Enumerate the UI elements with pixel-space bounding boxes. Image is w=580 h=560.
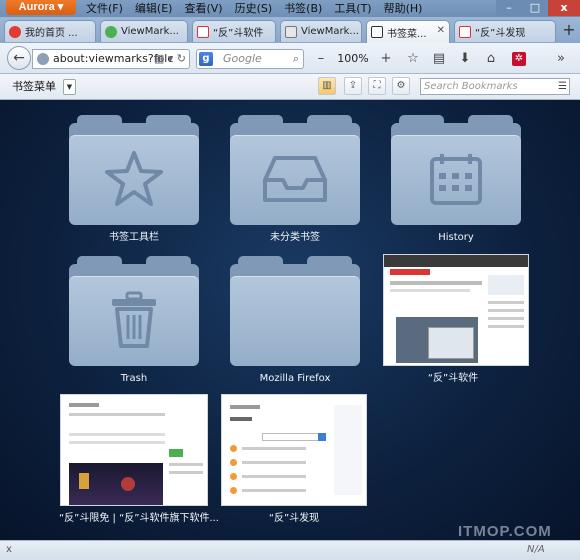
- calendar-icon: [391, 149, 521, 209]
- tab-fandou-discover[interactable]: “反”斗发现: [454, 20, 556, 42]
- weibo-icon: [9, 25, 21, 38]
- bookmark-page-icon: [371, 26, 383, 38]
- status-na: N/A: [527, 544, 545, 555]
- menu-bookmarks[interactable]: 书签(B): [284, 0, 322, 17]
- bookmarks-search-placeholder: Search Bookmarks: [424, 81, 518, 92]
- page-thumbnail: [221, 394, 367, 506]
- tab-label: “反”斗发现: [475, 28, 526, 39]
- item-label: “反”斗发现: [268, 513, 320, 524]
- folder-graphic: [230, 254, 360, 366]
- url-bar[interactable]: about:viewmarks?folc ▦ ▾ ↻: [32, 49, 190, 69]
- zoom-out-button[interactable]: –: [314, 50, 328, 68]
- tab-bookmarks-menu[interactable]: 书签菜... ✕: [366, 20, 450, 43]
- tab-bar: 我的首页 ... ViewMark... “反”斗软件 ViewMark... …: [0, 17, 580, 43]
- addon-red-icon[interactable]: ✲: [512, 52, 526, 66]
- tab-label: 我的首页 ...: [25, 28, 78, 39]
- tab-viewmarks-1[interactable]: ViewMark...: [100, 20, 188, 42]
- tab-label: ViewMark...: [301, 26, 359, 37]
- item-label: Trash: [120, 373, 148, 384]
- close-addon-bar-icon[interactable]: x: [6, 544, 12, 555]
- tab-label: ViewMark...: [121, 26, 179, 37]
- fandou-icon: [459, 25, 471, 38]
- search-icon[interactable]: ⌕: [293, 50, 299, 68]
- navigation-toolbar: ← about:viewmarks?folc ▦ ▾ ↻ g Google ⌕ …: [0, 43, 580, 74]
- folder-history[interactable]: History: [386, 113, 526, 244]
- star-icon: [69, 149, 199, 209]
- search-input[interactable]: g Google ⌕: [196, 49, 304, 69]
- back-button[interactable]: ←: [7, 46, 31, 70]
- menu-file[interactable]: 文件(F): [86, 0, 123, 17]
- tab-fandou-software[interactable]: “反”斗软件: [192, 20, 276, 42]
- page-thumbnail: [383, 254, 529, 366]
- reload-icon[interactable]: ▦ ▾ ↻: [154, 50, 186, 68]
- folder-graphic: [391, 113, 521, 225]
- library-icon[interactable]: ▥: [318, 77, 336, 95]
- addon-icon: [105, 25, 117, 38]
- item-label: History: [438, 232, 474, 243]
- menu-bar: 文件(F) 编辑(E) 查看(V) 历史(S) 书签(B) 工具(T) 帮助(H…: [86, 0, 422, 17]
- search-placeholder: Google: [223, 52, 262, 65]
- menu-history[interactable]: 历史(S): [235, 0, 273, 17]
- folder-mozilla-firefox[interactable]: Mozilla Firefox: [225, 254, 365, 385]
- download-icon[interactable]: ⬇: [456, 50, 474, 68]
- menu-edit[interactable]: 编辑(E): [135, 0, 173, 17]
- google-icon[interactable]: g: [199, 52, 213, 66]
- close-window-button[interactable]: x: [548, 0, 580, 16]
- watermark-text: ITMOP.COM: [458, 523, 552, 540]
- folder-graphic: [69, 254, 199, 366]
- chevron-down-icon[interactable]: ▼: [63, 79, 76, 95]
- zoom-in-button[interactable]: +: [378, 50, 394, 68]
- folder-unsorted-bookmarks[interactable]: 未分类书签: [225, 113, 365, 244]
- tab-label: “反”斗软件: [213, 28, 264, 39]
- item-label: 书签工具栏: [109, 232, 159, 243]
- tab-home[interactable]: 我的首页 ...: [4, 20, 96, 42]
- folder-graphic: [230, 113, 360, 225]
- menu-icon[interactable]: ☰: [558, 79, 567, 94]
- close-tab-icon[interactable]: ✕: [437, 25, 445, 36]
- item-label: 未分类书签: [270, 232, 320, 243]
- item-label: “反”斗软件: [427, 373, 479, 384]
- folder-bookmarks-toolbar[interactable]: 书签工具栏: [64, 113, 204, 244]
- item-label: Mozilla Firefox: [259, 373, 331, 384]
- new-tab-button[interactable]: +: [561, 21, 577, 39]
- overflow-chevron-icon[interactable]: »: [552, 50, 570, 68]
- bookmarks-toolbar: 书签菜单 ▼ ▥ ⇪ ⛶ ⚙ Search Bookmarks ☰: [0, 74, 580, 100]
- fandou-icon: [197, 25, 209, 38]
- item-label: “反”斗限免 | “反”斗软件旗下软件...: [59, 513, 219, 524]
- bookmarks-grid: 书签工具栏 未分类书签 History Trash Mozilla Firefo…: [0, 100, 580, 540]
- menu-help[interactable]: 帮助(H): [384, 0, 423, 17]
- status-bar: x N/A: [0, 540, 580, 560]
- bookmarks-search-input[interactable]: Search Bookmarks ☰: [420, 78, 570, 95]
- home-icon[interactable]: ⌂: [482, 50, 500, 68]
- tab-viewmarks-2[interactable]: ViewMark...: [280, 20, 362, 42]
- export-icon[interactable]: ⇪: [344, 77, 362, 95]
- page-thumbnail: [60, 394, 208, 506]
- bookmark-fandou-software[interactable]: “反”斗软件: [383, 254, 529, 385]
- app-menu-button[interactable]: Aurora ▾: [6, 0, 76, 15]
- minimize-button[interactable]: –: [496, 0, 522, 16]
- menu-view[interactable]: 查看(V): [184, 0, 222, 17]
- bookmark-fandou-free[interactable]: “反”斗限免 | “反”斗软件旗下软件...: [59, 394, 219, 525]
- tab-label: 书签菜...: [387, 28, 427, 40]
- folder-graphic: [69, 113, 199, 225]
- inbox-icon: [230, 149, 360, 209]
- gear-icon[interactable]: ⚙: [392, 77, 410, 95]
- menu-tools[interactable]: 工具(T): [334, 0, 371, 17]
- globe-icon: [37, 53, 49, 65]
- trash-icon: [69, 290, 199, 350]
- page-icon: [285, 25, 297, 38]
- zoom-level[interactable]: 100%: [336, 50, 370, 68]
- folder-trash[interactable]: Trash: [64, 254, 204, 385]
- maximize-button[interactable]: □: [522, 0, 548, 16]
- fullscreen-icon[interactable]: ⛶: [368, 77, 386, 95]
- bookmarks-list-icon[interactable]: ▤: [430, 50, 448, 68]
- bookmark-fandou-discover[interactable]: “反”斗发现: [221, 394, 367, 525]
- bookmark-star-icon[interactable]: ☆: [404, 50, 422, 68]
- bookmarks-menu-label[interactable]: 书签菜单: [12, 78, 56, 96]
- title-bar: Aurora ▾ 文件(F) 编辑(E) 查看(V) 历史(S) 书签(B) 工…: [0, 0, 580, 17]
